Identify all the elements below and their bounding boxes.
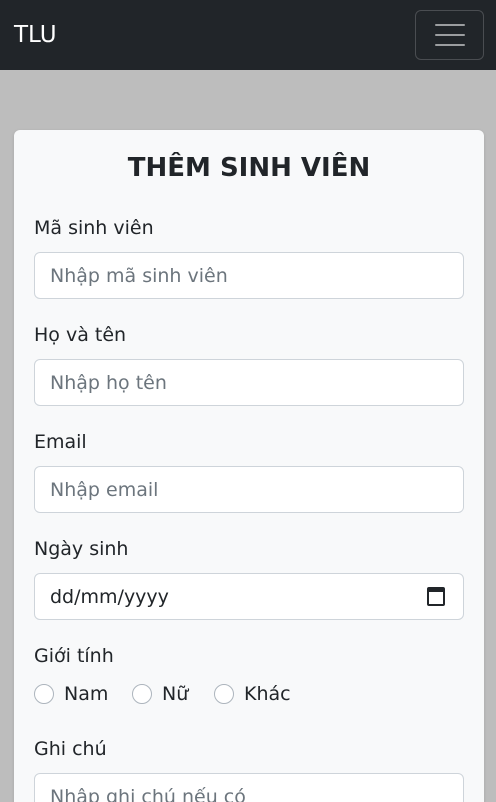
dob-date-value: dd/mm/yyyy [50,585,169,608]
email-label: Email [34,431,87,453]
note-input[interactable] [34,773,464,802]
gender-label: Giới tính [34,645,114,667]
gender-radio-other[interactable] [214,684,234,704]
add-student-card: THÊM SINH VIÊN Mã sinh viên Họ và tên Em… [14,130,484,802]
navbar-brand[interactable]: TLU [14,19,57,51]
gender-radio-female[interactable] [132,684,152,704]
dob-date-input[interactable]: dd/mm/yyyy [34,573,464,620]
gender-radio-male[interactable] [34,684,54,704]
dob-label: Ngày sinh [34,538,129,560]
top-navbar: TLU [0,0,496,70]
calendar-icon[interactable] [427,587,445,606]
gender-option-label[interactable]: Nữ [162,682,188,706]
full-name-label: Họ và tên [34,324,127,346]
hamburger-icon-bar [435,44,465,46]
gender-option-label[interactable]: Khác [244,682,291,706]
note-label: Ghi chú [34,738,107,760]
hamburger-icon-bar [435,34,465,36]
hamburger-icon [435,24,465,26]
full-name-input[interactable] [34,359,464,406]
gender-option-label[interactable]: Nam [64,682,108,706]
form-title: THÊM SINH VIÊN [127,153,371,183]
email-input[interactable] [34,466,464,513]
student-id-input[interactable] [34,252,464,299]
student-id-label: Mã sinh viên [34,217,154,239]
navbar-toggle-button[interactable] [415,10,484,60]
